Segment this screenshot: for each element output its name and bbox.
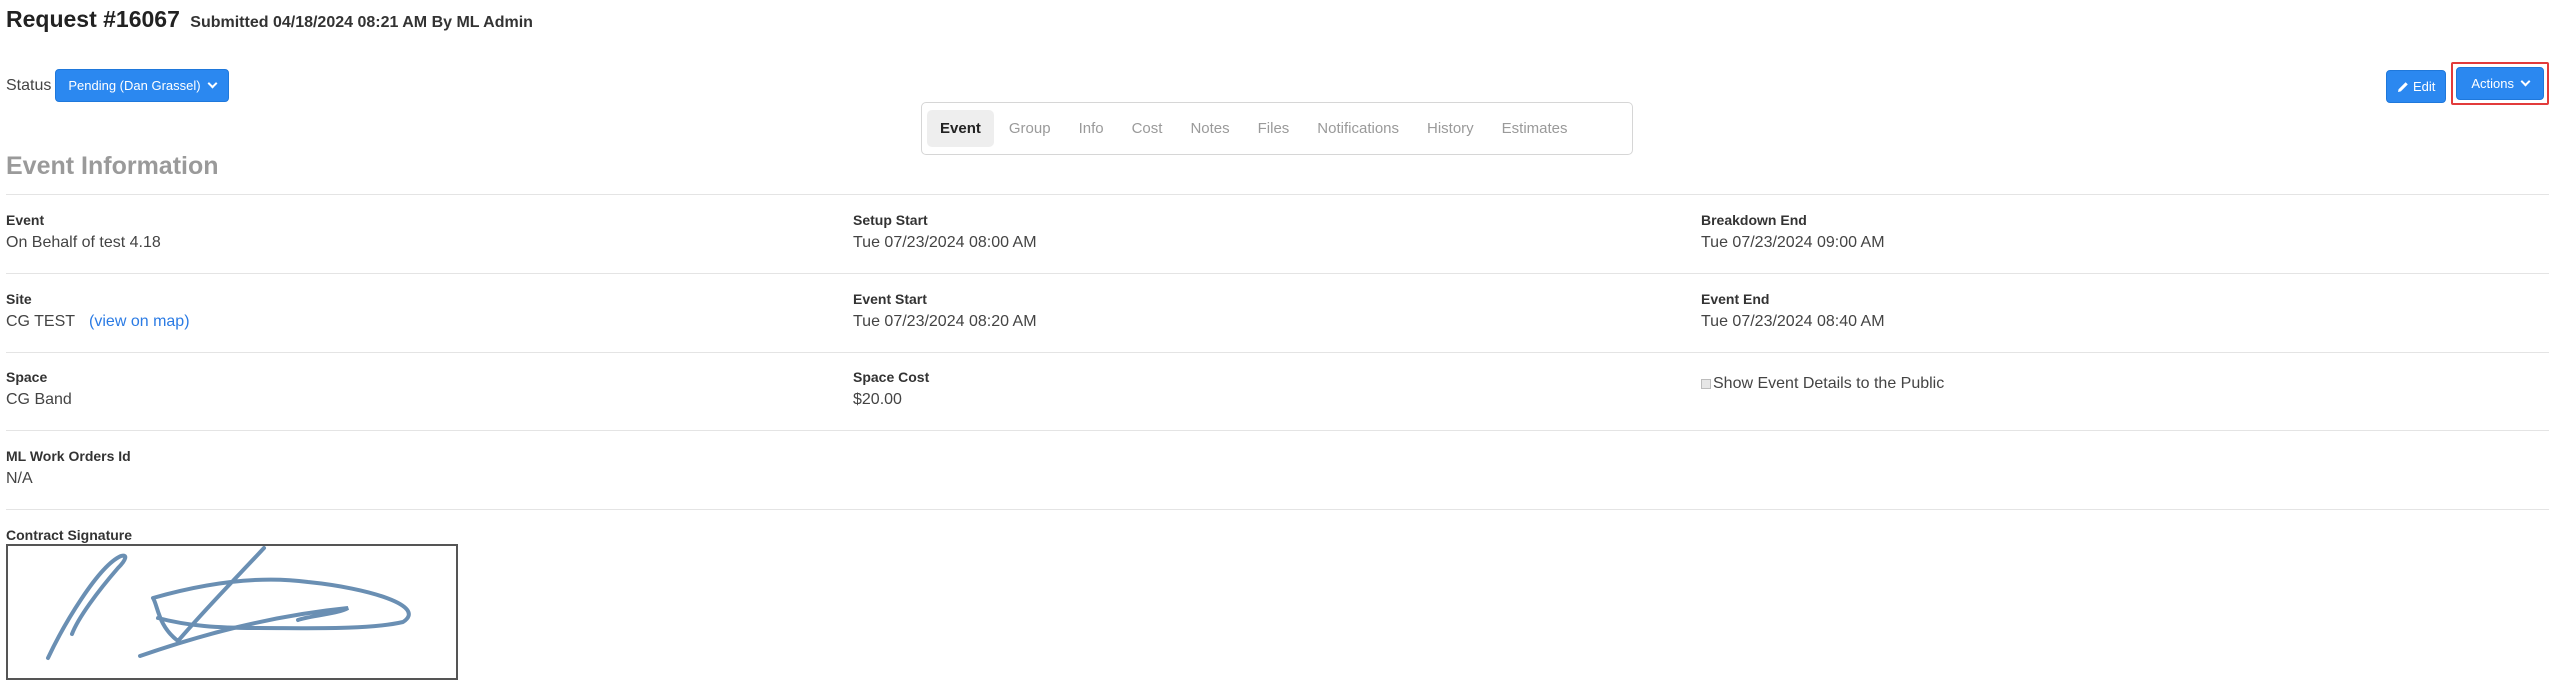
- actions-highlight: Actions: [2451, 62, 2549, 105]
- signature-box: [6, 544, 458, 680]
- field-value: Tue 07/23/2024 08:20 AM: [853, 313, 1037, 330]
- field-label: Space: [6, 369, 48, 385]
- field-value: Tue 07/23/2024 08:00 AM: [853, 234, 1037, 251]
- show-public-checkbox[interactable]: [1701, 379, 1711, 389]
- field-label: ML Work Orders Id: [6, 448, 131, 464]
- page-title: Request #16067 Submitted 04/18/2024 08:2…: [6, 6, 533, 33]
- field-label: Breakdown End: [1701, 212, 1807, 228]
- field-breakdown-end: Breakdown End Tue 07/23/2024 09:00 AM: [1701, 212, 1885, 252]
- field-value: $20.00: [853, 391, 902, 408]
- status-label: Status: [6, 76, 52, 94]
- field-label: Contract Signature: [6, 527, 133, 543]
- field-label: Space Cost: [853, 369, 930, 385]
- status-value: Pending (Dan Grassel): [68, 78, 201, 93]
- tab-estimates[interactable]: Estimates: [1489, 110, 1581, 147]
- actions-dropdown-button[interactable]: Actions: [2456, 67, 2544, 100]
- divider: [6, 352, 2549, 353]
- divider: [6, 273, 2549, 274]
- tab-event[interactable]: Event: [927, 110, 994, 147]
- field-value: N/A: [6, 470, 33, 487]
- field-value: CG TEST (view on map): [6, 313, 190, 331]
- request-page: Request #16067 Submitted 04/18/2024 08:2…: [0, 0, 2555, 685]
- request-submitted-info: Submitted 04/18/2024 08:21 AM By ML Admi…: [190, 14, 533, 31]
- tab-info[interactable]: Info: [1066, 110, 1117, 147]
- field-setup-start: Setup Start Tue 07/23/2024 08:00 AM: [853, 212, 1037, 252]
- show-public-label: Show Event Details to the Public: [1713, 375, 1945, 392]
- field-value: CG Band: [6, 391, 72, 408]
- field-label: Site: [6, 291, 32, 307]
- field-event-start: Event Start Tue 07/23/2024 08:20 AM: [853, 291, 1037, 331]
- view-on-map-link[interactable]: (view on map): [89, 313, 189, 330]
- field-site: Site CG TEST (view on map): [6, 291, 190, 331]
- tab-bar: Event Group Info Cost Notes Files Notifi…: [921, 102, 1633, 155]
- status-dropdown-button[interactable]: Pending (Dan Grassel): [55, 69, 229, 102]
- site-name: CG TEST: [6, 313, 76, 330]
- field-space: Space CG Band: [6, 369, 72, 409]
- chevron-down-icon: [207, 78, 218, 89]
- signature-image: [46, 546, 411, 660]
- tab-notifications[interactable]: Notifications: [1304, 110, 1412, 147]
- show-public-option: Show Event Details to the Public: [1701, 375, 1944, 393]
- field-label: Setup Start: [853, 212, 928, 228]
- field-work-orders: ML Work Orders Id N/A: [6, 448, 131, 488]
- header-actions: Edit Actions: [2385, 62, 2549, 105]
- tab-group[interactable]: Group: [996, 110, 1064, 147]
- field-label: Event End: [1701, 291, 1770, 307]
- section-title: Event Information: [6, 152, 219, 180]
- field-signature: Contract Signature: [6, 527, 132, 543]
- field-event: Event On Behalf of test 4.18: [6, 212, 161, 252]
- field-label: Event Start: [853, 291, 927, 307]
- field-event-end: Event End Tue 07/23/2024 08:40 AM: [1701, 291, 1885, 331]
- request-number: Request #16067: [6, 6, 180, 32]
- tab-notes[interactable]: Notes: [1177, 110, 1242, 147]
- field-value: Tue 07/23/2024 08:40 AM: [1701, 313, 1885, 330]
- pencil-icon: [2397, 81, 2408, 92]
- chevron-down-icon: [2520, 76, 2531, 87]
- tab-history[interactable]: History: [1414, 110, 1487, 147]
- field-label: Event: [6, 212, 45, 228]
- divider: [6, 430, 2549, 431]
- tab-files[interactable]: Files: [1245, 110, 1303, 147]
- divider: [6, 509, 2549, 510]
- divider: [6, 194, 2549, 195]
- status-row: Status Pending (Dan Grassel): [6, 69, 229, 102]
- actions-label: Actions: [2471, 76, 2514, 91]
- edit-label: Edit: [2412, 79, 2436, 94]
- field-value: Tue 07/23/2024 09:00 AM: [1701, 234, 1885, 251]
- field-value: On Behalf of test 4.18: [6, 234, 161, 251]
- field-space-cost: Space Cost $20.00: [853, 369, 929, 409]
- edit-button[interactable]: Edit: [2385, 70, 2447, 103]
- tab-cost[interactable]: Cost: [1119, 110, 1176, 147]
